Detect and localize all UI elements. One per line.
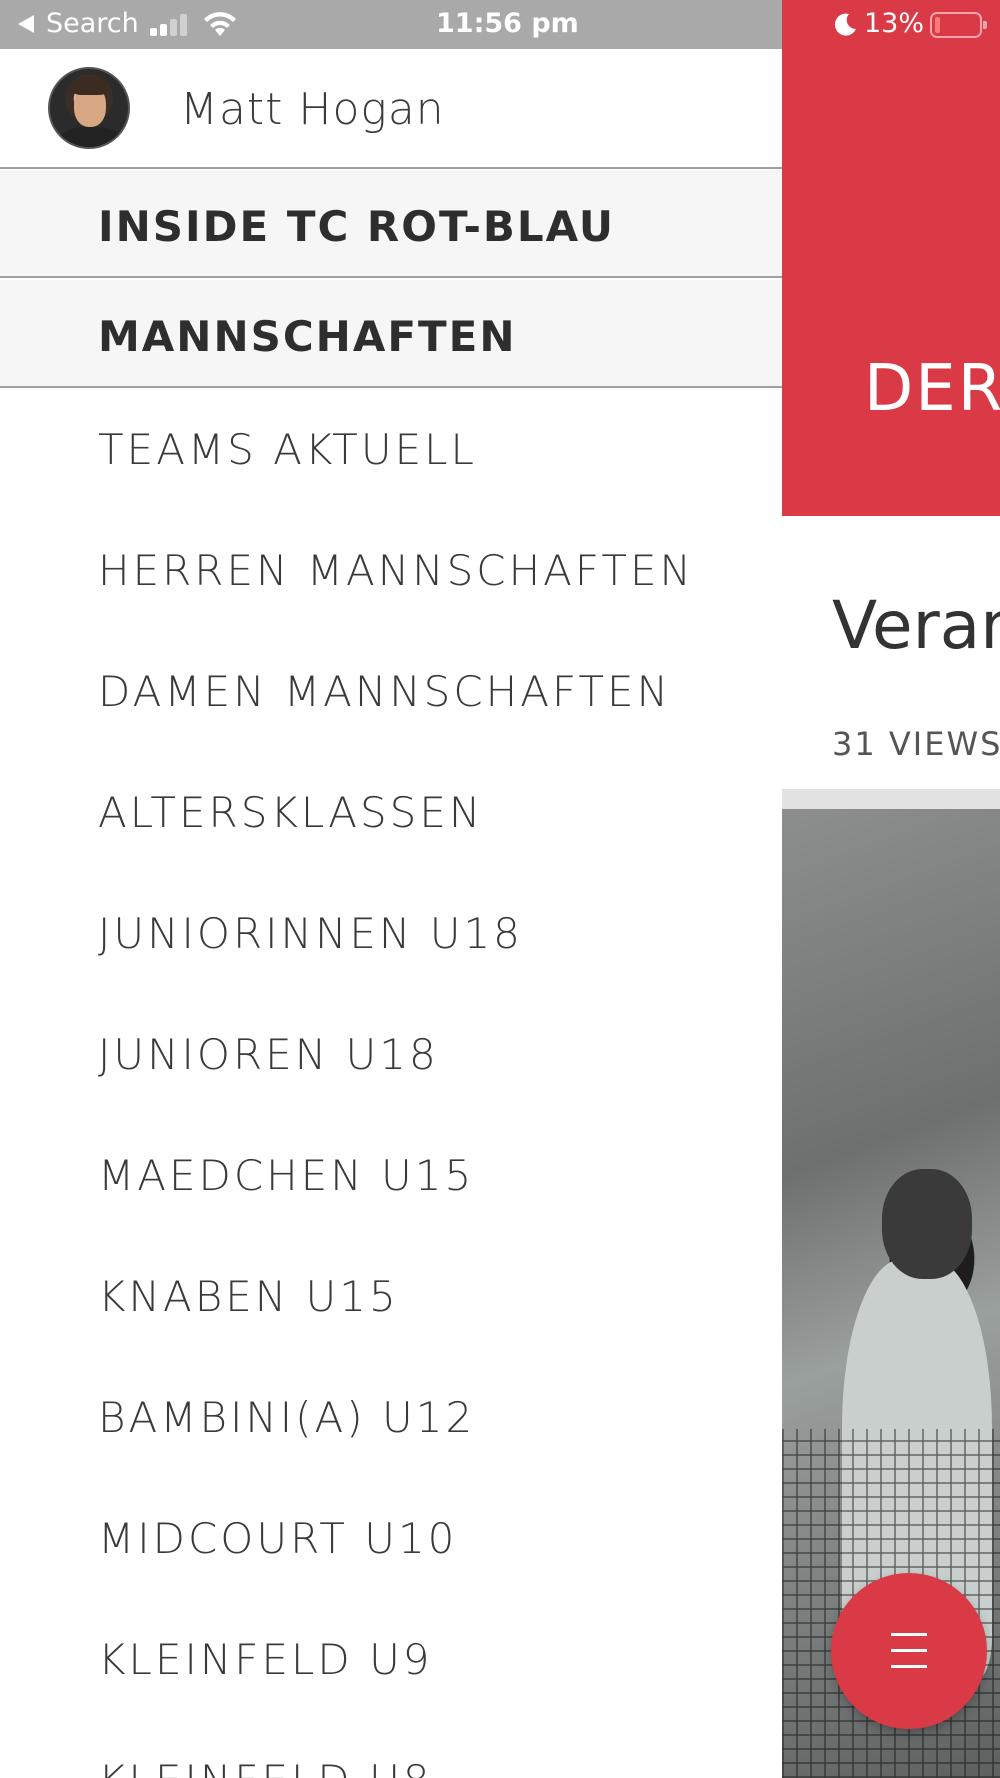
section-label: INSIDE TC ROT-BLAU — [98, 202, 615, 251]
article-title: Veran — [832, 587, 1000, 664]
section-inside-tc-rot-blau[interactable]: INSIDE TC ROT-BLAU — [0, 170, 782, 278]
menu-item-midcourt-u10[interactable]: MIDCOURT U10 — [0, 1479, 782, 1600]
back-to-search-link[interactable]: Search — [46, 8, 139, 40]
menu-item-label: JUNIORINNEN U18 — [98, 909, 523, 958]
moon-icon — [834, 13, 856, 36]
menu-item-label: KNABEN U15 — [98, 1272, 399, 1321]
menu-item-damen-mannschaften[interactable]: DAMEN MANNSCHAFTEN — [0, 632, 782, 753]
menu-item-kleinfeld-u8[interactable]: KLEINFELD U8 — [0, 1721, 782, 1778]
hero-title: DER — [864, 352, 1000, 426]
battery-icon — [930, 12, 987, 38]
wifi-icon — [204, 12, 236, 36]
battery-percent: 13% — [864, 8, 925, 39]
signal-icon — [150, 14, 192, 36]
battery-level-fill — [935, 17, 940, 33]
menu-item-bambini-u12[interactable]: BAMBINI(A) U12 — [0, 1358, 782, 1479]
navigation-drawer: Matt Hogan INSIDE TC ROT-BLAU MANNSCHAFT… — [0, 49, 782, 1778]
floating-menu-button[interactable] — [831, 1573, 987, 1729]
menu-item-junioren-u18[interactable]: JUNIOREN U18 — [0, 995, 782, 1116]
menu-item-maedchen-u15[interactable]: MAEDCHEN U15 — [0, 1116, 782, 1237]
menu-item-label: KLEINFELD U9 — [98, 1635, 433, 1684]
section-mannschaften[interactable]: MANNSCHAFTEN — [0, 280, 782, 388]
page-content: DER Veran 31 VIEWS — [782, 49, 1000, 1778]
menu-item-label: KLEINFELD U8 — [98, 1757, 433, 1778]
avatar[interactable] — [48, 67, 130, 149]
menu-item-herren-mannschaften[interactable]: HERREN MANNSCHAFTEN — [0, 511, 782, 632]
menu-item-altersklassen[interactable]: ALTERSKLASSEN — [0, 753, 782, 874]
menu-item-label: BAMBINI(A) U12 — [98, 1393, 476, 1442]
profile-name: Matt Hogan — [180, 84, 445, 135]
menu-item-label: MAEDCHEN U15 — [98, 1151, 475, 1200]
status-bar-right: 13% — [782, 0, 1000, 49]
profile-header[interactable]: Matt Hogan — [0, 49, 782, 169]
menu-item-kleinfeld-u9[interactable]: KLEINFELD U9 — [0, 1600, 782, 1721]
menu-item-juniorinnen-u18[interactable]: JUNIORINNEN U18 — [0, 874, 782, 995]
menu-item-label: MIDCOURT U10 — [98, 1514, 458, 1563]
menu-item-knaben-u15[interactable]: KNABEN U15 — [0, 1237, 782, 1358]
status-time: 11:56 pm — [436, 8, 579, 39]
section-label: MANNSCHAFTEN — [98, 312, 517, 361]
menu-item-label: JUNIOREN U18 — [98, 1030, 439, 1079]
menu-item-teams-aktuell[interactable]: TEAMS AKTUELL — [0, 390, 782, 511]
hero-banner: DER — [782, 49, 1000, 516]
views-count: 31 VIEWS — [832, 725, 1000, 763]
menu-item-label: DAMEN MANNSCHAFTEN — [98, 667, 672, 716]
menu-item-label: TEAMS AKTUELL — [98, 425, 477, 474]
back-arrow-icon[interactable] — [18, 15, 34, 33]
menu-item-label: ALTERSKLASSEN — [98, 788, 484, 837]
menu-item-label: HERREN MANNSCHAFTEN — [98, 546, 694, 595]
status-bar: Search 11:56 pm 13% — [0, 0, 1000, 49]
status-bar-left: Search 11:56 pm — [0, 0, 782, 49]
